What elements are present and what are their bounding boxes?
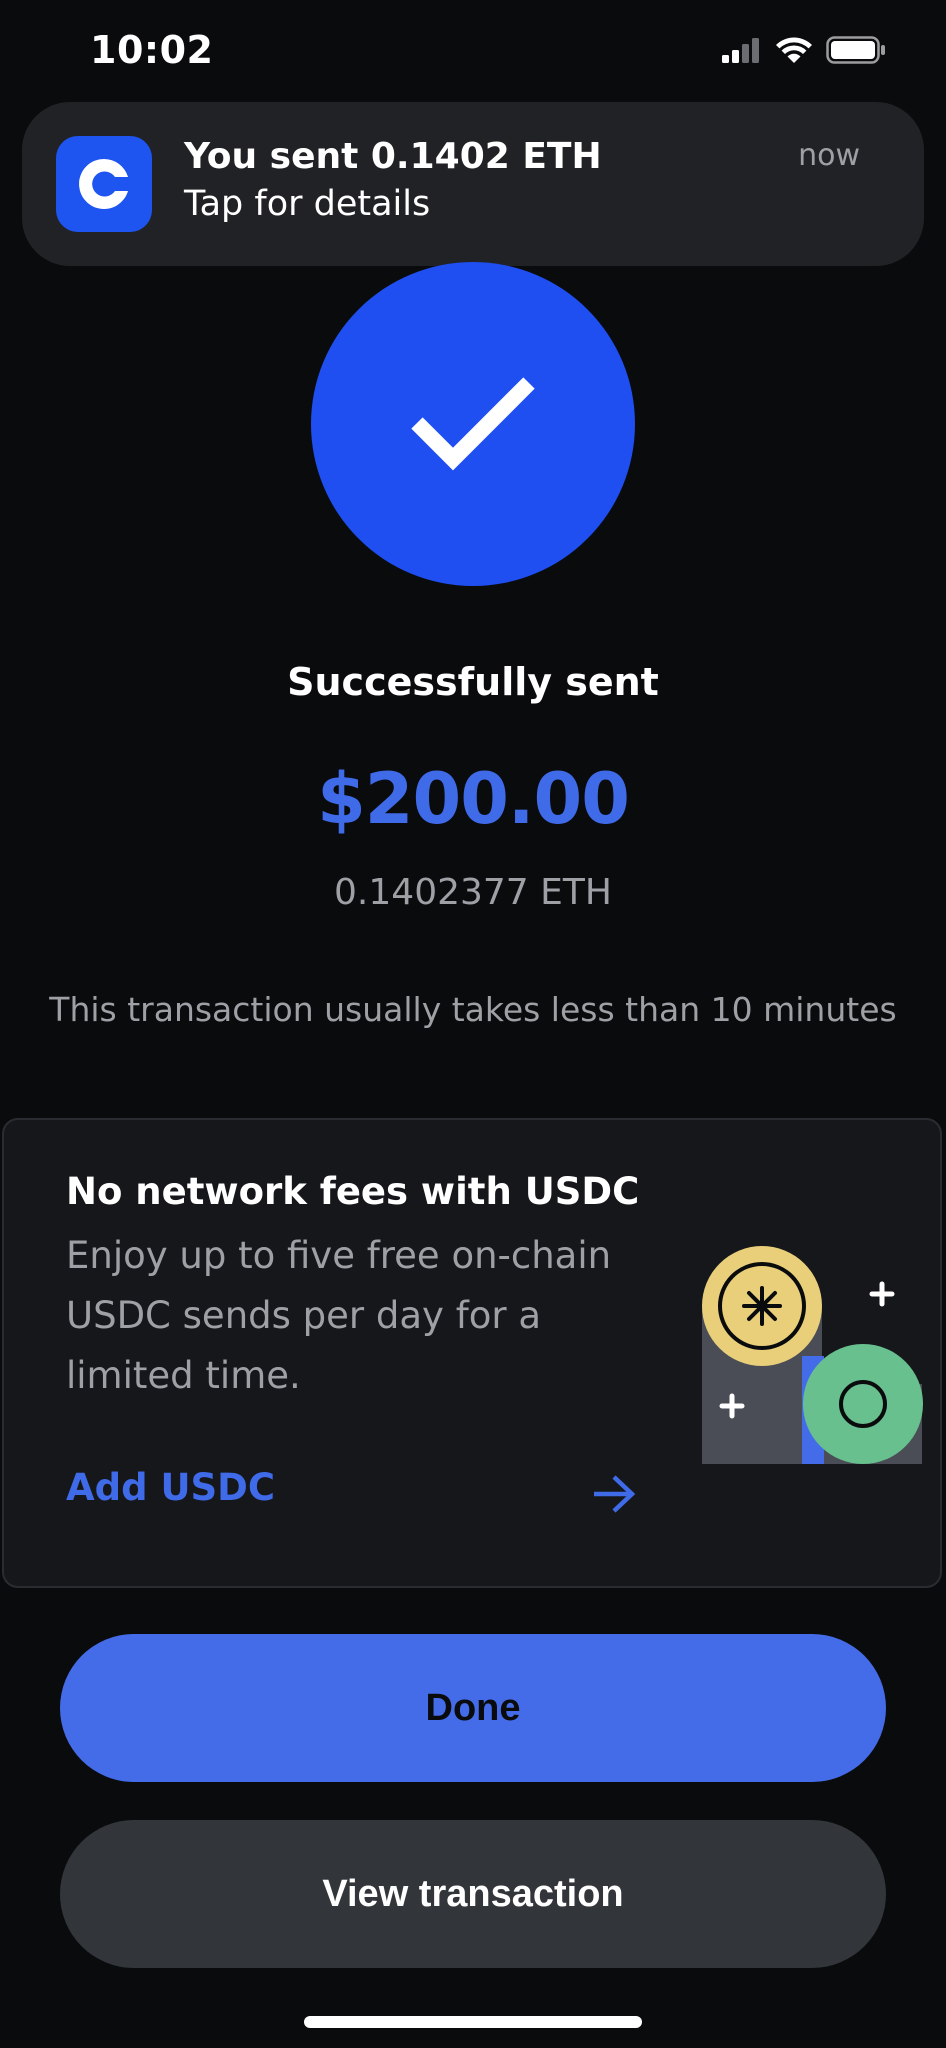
success-title: Successfully sent [287, 660, 659, 704]
battery-icon [826, 36, 886, 68]
notification-title: You sent 0.1402 ETH [184, 136, 602, 177]
wifi-icon [776, 36, 812, 68]
status-icons [722, 36, 886, 68]
usdc-illustration-icon [698, 1244, 928, 1478]
view-transaction-button[interactable]: View transaction [60, 1820, 886, 1968]
push-notification[interactable]: You sent 0.1402 ETH Tap for details now [22, 102, 924, 266]
checkmark-icon [403, 367, 543, 481]
promo-body: Enjoy up to five free on-chain USDC send… [66, 1234, 612, 1397]
add-usdc-link[interactable]: Add USDC [66, 1466, 275, 1509]
home-indicator[interactable] [304, 2016, 642, 2028]
done-button[interactable]: Done [60, 1634, 886, 1782]
transaction-time-note: This transaction usually takes less than… [49, 990, 897, 1029]
promo-title: No network fees with USDC [66, 1170, 640, 1213]
amount-fiat: $200.00 [317, 758, 630, 840]
amount-crypto: 0.1402377 ETH [334, 872, 612, 913]
success-badge [311, 262, 635, 586]
usdc-promo-card: No network fees with USDC Enjoy up to fi… [2, 1118, 942, 1588]
cellular-signal-icon [722, 37, 762, 67]
notification-time: now [798, 138, 860, 173]
status-time: 10:02 [90, 28, 214, 72]
arrow-right-icon[interactable] [592, 1474, 636, 1518]
coinbase-logo-icon [56, 136, 152, 232]
status-bar: 10:02 [0, 0, 946, 100]
notification-subtitle: Tap for details [184, 184, 431, 224]
